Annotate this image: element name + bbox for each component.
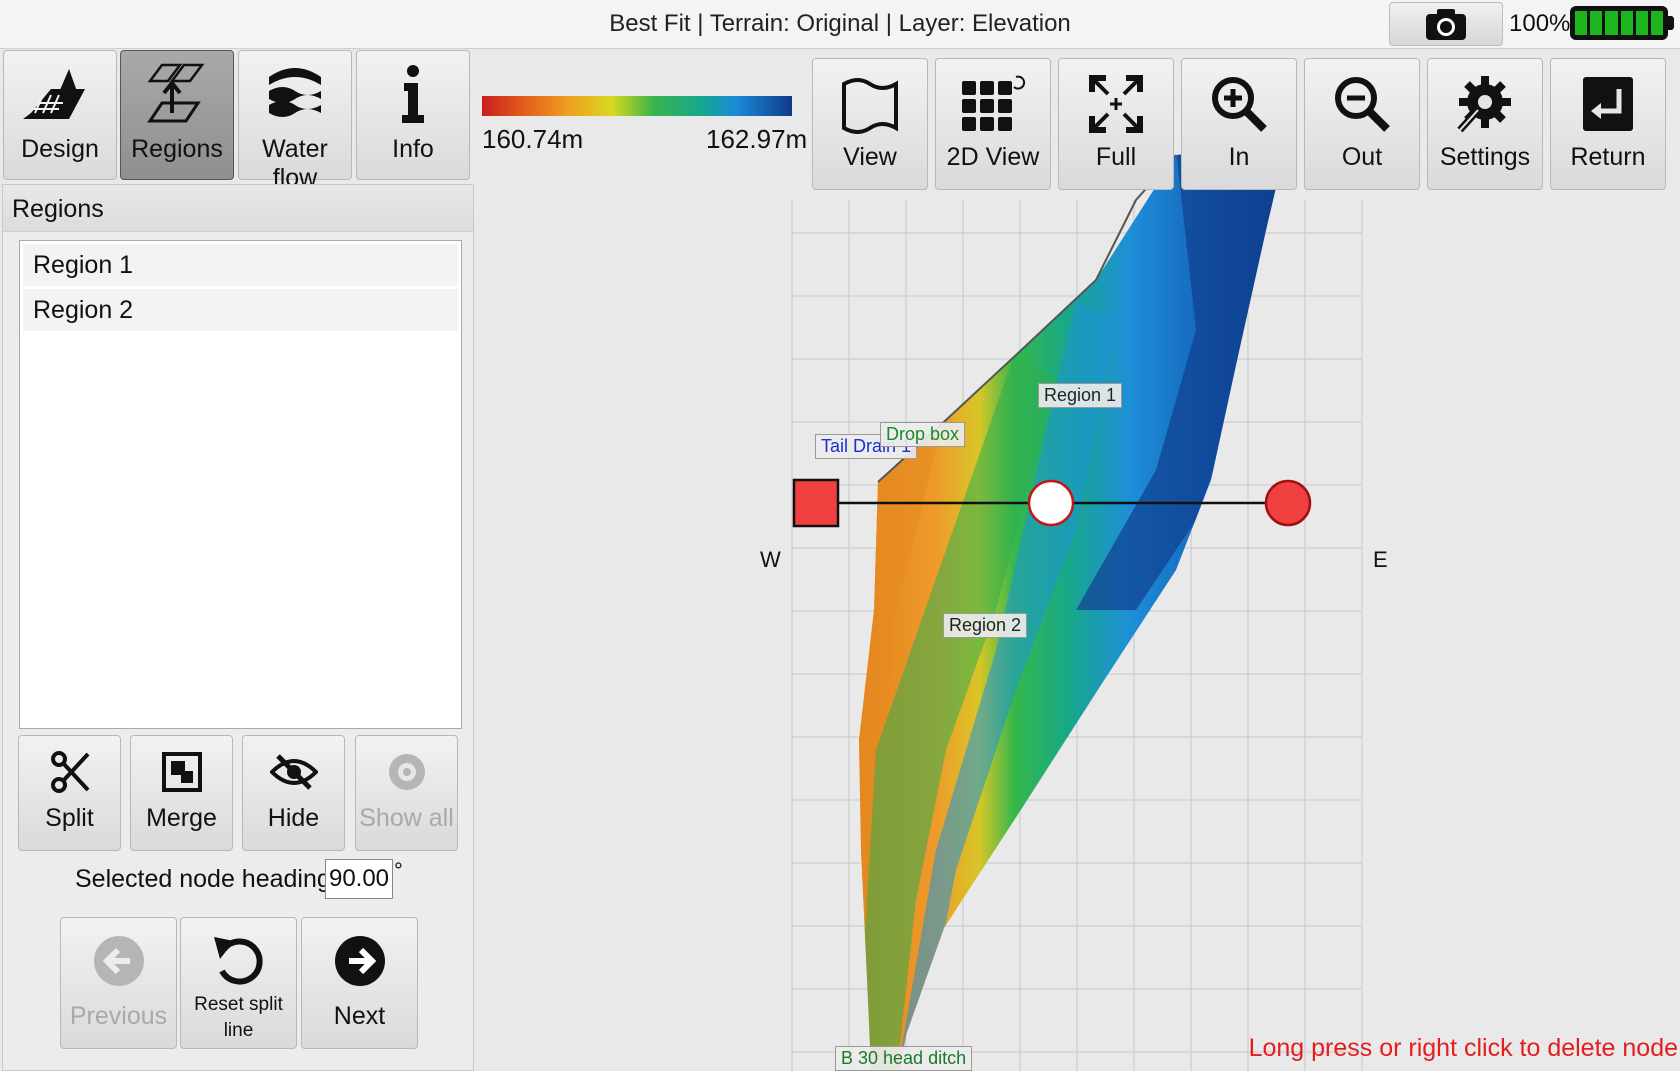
zoom-in-icon [1212, 77, 1267, 132]
compass-west: W [760, 547, 781, 572]
reset-split-line-button[interactable]: Reset split line [180, 917, 297, 1049]
list-item[interactable]: Region 1 [23, 244, 458, 286]
arrow-left-icon [93, 936, 144, 986]
elevation-legend-bar [482, 96, 792, 116]
tab-info[interactable]: Info [356, 50, 470, 180]
return-icon [1583, 77, 1633, 131]
hide-button[interactable]: Hide [242, 735, 345, 851]
arrow-right-icon [334, 936, 385, 986]
zoom-in-button-label: In [1228, 143, 1250, 171]
legend-max: 162.97m [706, 124, 808, 154]
reset-label-line2: line [223, 1020, 254, 1041]
zoom-out-icon [1335, 77, 1390, 132]
view-button[interactable]: View [812, 58, 928, 190]
title-bar: Best Fit | Terrain: Original | Layer: El… [0, 0, 1680, 49]
start-node[interactable] [792, 478, 840, 528]
zoom-out-button-label: Out [1341, 143, 1383, 171]
reset-split-line-label: Reset split line [181, 992, 296, 1044]
previous-button-label: Previous [69, 1002, 168, 1030]
heading-unit: ° [394, 858, 403, 883]
drop-box-label[interactable]: Drop box [880, 422, 966, 447]
scissors-icon [50, 751, 89, 793]
show-all-button-label: Show all [359, 804, 454, 832]
split-button[interactable]: Split [18, 735, 121, 851]
camera-icon [1426, 9, 1466, 40]
map-icon [842, 78, 898, 134]
map-canvas[interactable]: Region 1 Region 2 Tail Drain 1 Drop box … [476, 50, 1680, 1071]
next-button[interactable]: Next [301, 917, 418, 1049]
undo-icon [213, 937, 263, 985]
merge-button-label: Merge [146, 804, 217, 832]
elevation-map[interactable] [476, 50, 1680, 1071]
split-button-label: Split [45, 804, 94, 832]
design-icon [23, 69, 85, 119]
regions-icon [147, 63, 205, 123]
tab-design-label: Design [21, 135, 99, 163]
hide-button-label: Hide [267, 804, 320, 832]
screenshot-button[interactable] [1389, 2, 1503, 46]
regions-list[interactable]: Region 1 Region 2 [19, 240, 462, 729]
previous-button[interactable]: Previous [60, 917, 177, 1049]
battery-percent: 100% [1509, 10, 1571, 37]
list-item[interactable]: Region 2 [23, 289, 458, 331]
grid-icon [962, 75, 1026, 131]
return-button-label: Return [1570, 143, 1646, 171]
return-button[interactable]: Return [1550, 58, 1666, 190]
region-1-label[interactable]: Region 1 [1038, 383, 1123, 408]
end-node[interactable] [1264, 479, 1312, 527]
zoom-out-button[interactable]: Out [1304, 58, 1420, 190]
settings-icon [1457, 76, 1511, 133]
legend-min: 160.74m [482, 124, 584, 154]
head-ditch-label[interactable]: B 30 head ditch [835, 1046, 973, 1071]
tab-regions[interactable]: Regions [120, 50, 234, 180]
tab-design[interactable]: Design [3, 50, 117, 180]
view-button-label: View [843, 143, 897, 171]
water-flow-icon [269, 68, 321, 117]
tab-info-label: Info [392, 135, 434, 163]
eye-icon [388, 754, 425, 790]
heading-label: Selected node heading: [75, 865, 338, 893]
zoom-in-button[interactable]: In [1181, 58, 1297, 190]
full-button[interactable]: Full [1058, 58, 1174, 190]
settings-button[interactable]: Settings [1427, 58, 1543, 190]
merge-button[interactable]: Merge [130, 735, 233, 851]
battery-charging-icon [1570, 6, 1674, 40]
show-all-button[interactable]: Show all [355, 735, 458, 851]
tab-regions-label: Regions [131, 135, 223, 163]
full-button-label: Full [1095, 143, 1137, 171]
heading-input[interactable]: 90.00 [325, 859, 393, 899]
delete-node-hint: Long press or right click to delete node [1248, 1034, 1678, 1062]
2d-view-button-label: 2D View [946, 143, 1040, 171]
info-icon [402, 65, 424, 123]
mid-node[interactable] [1027, 479, 1075, 527]
reset-label-line1: Reset split [194, 994, 283, 1015]
next-button-label: Next [333, 1002, 386, 1030]
2d-view-button[interactable]: 2D View [935, 58, 1051, 190]
fullscreen-icon [1089, 75, 1143, 133]
regions-panel-title: Regions [12, 195, 104, 223]
settings-button-label: Settings [1439, 143, 1531, 171]
field-elevation-surface [859, 145, 1286, 1070]
regions-panel-header: Regions [3, 185, 473, 232]
compass-east: E [1373, 547, 1388, 572]
region-2-label[interactable]: Region 2 [943, 613, 1028, 638]
tab-water-flow[interactable]: Water flow [238, 50, 352, 192]
merge-icon [161, 752, 202, 792]
eye-slash-icon [269, 754, 318, 790]
